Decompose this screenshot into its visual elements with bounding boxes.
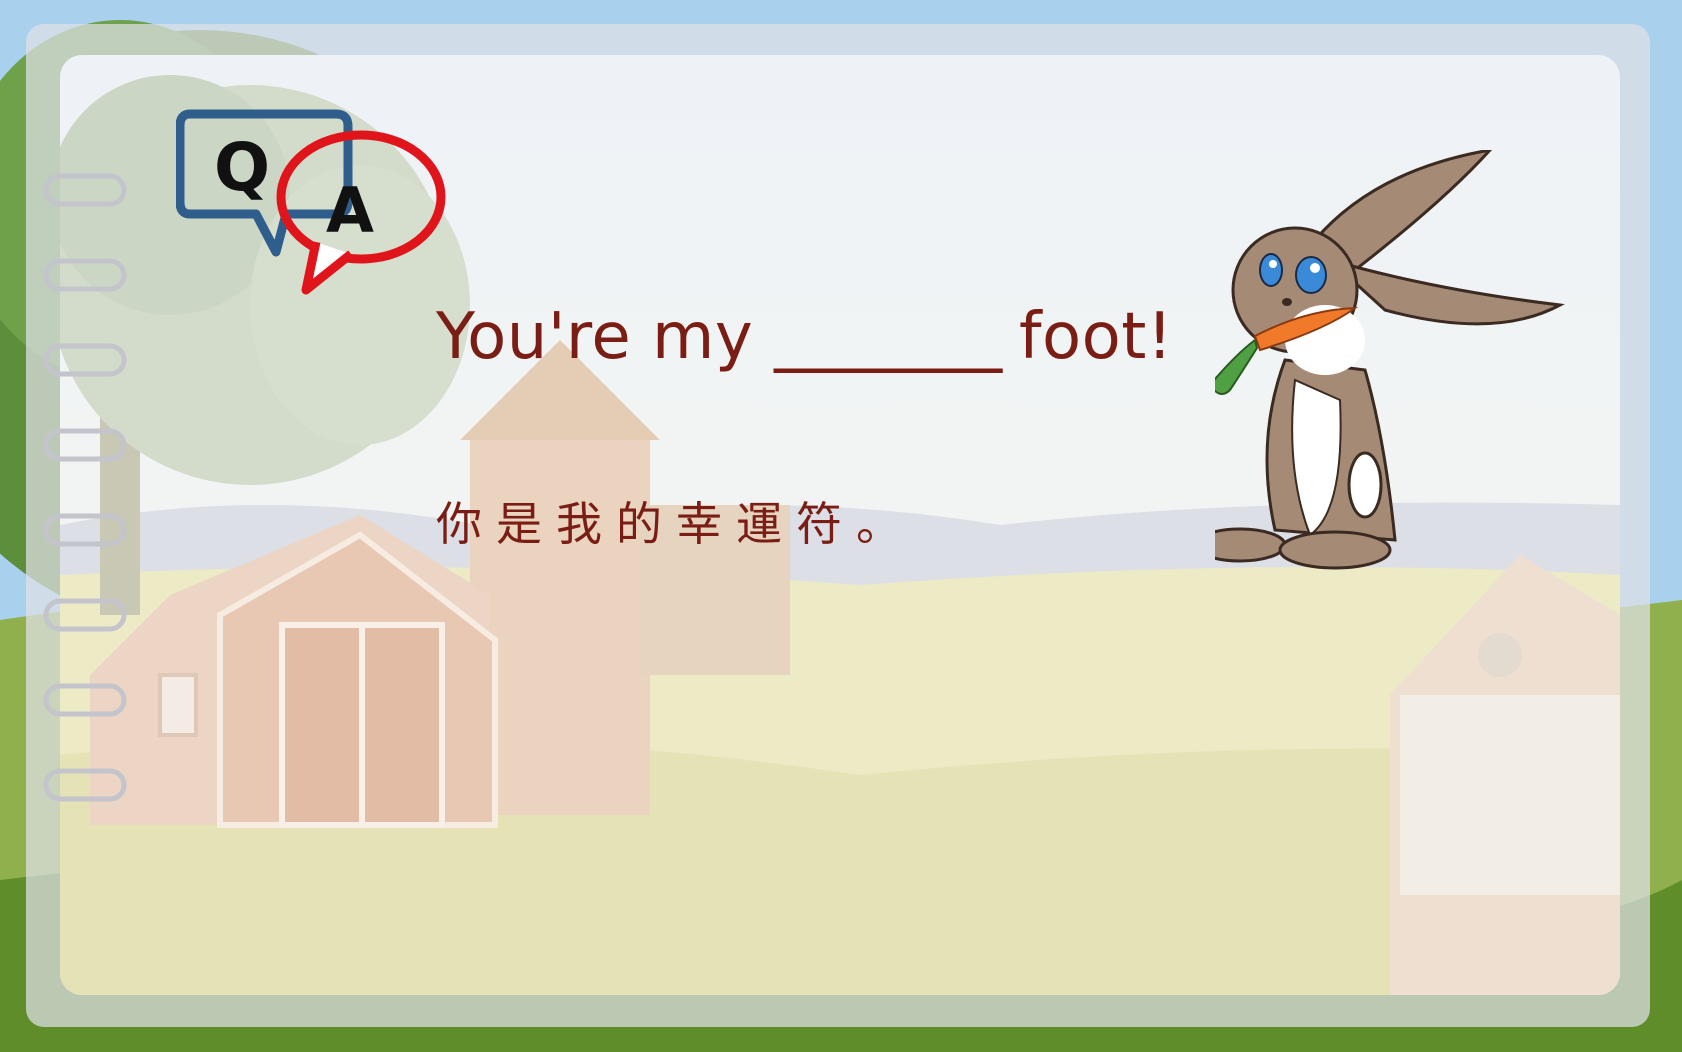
binder-ring <box>43 598 127 632</box>
question-before: You're my <box>436 300 754 374</box>
answer-blank: ________ <box>774 300 1002 374</box>
binder-ring <box>43 258 127 292</box>
a-letter: A <box>326 174 374 247</box>
rabbit-with-carrot-illustration <box>1215 150 1565 570</box>
binder-ring <box>43 513 127 547</box>
question-after: foot! <box>1018 300 1174 374</box>
qa-speech-bubbles-icon: Q A <box>176 109 446 295</box>
binder-ring <box>43 173 127 207</box>
chinese-translation: 你是我的幸運符。 <box>436 497 916 551</box>
q-letter: Q <box>214 129 270 206</box>
binder-ring <box>43 428 127 462</box>
question-text: You're my ________ foot! <box>436 300 1173 374</box>
binder-ring <box>43 768 127 802</box>
binder-ring <box>43 343 127 377</box>
binder-ring <box>43 683 127 717</box>
